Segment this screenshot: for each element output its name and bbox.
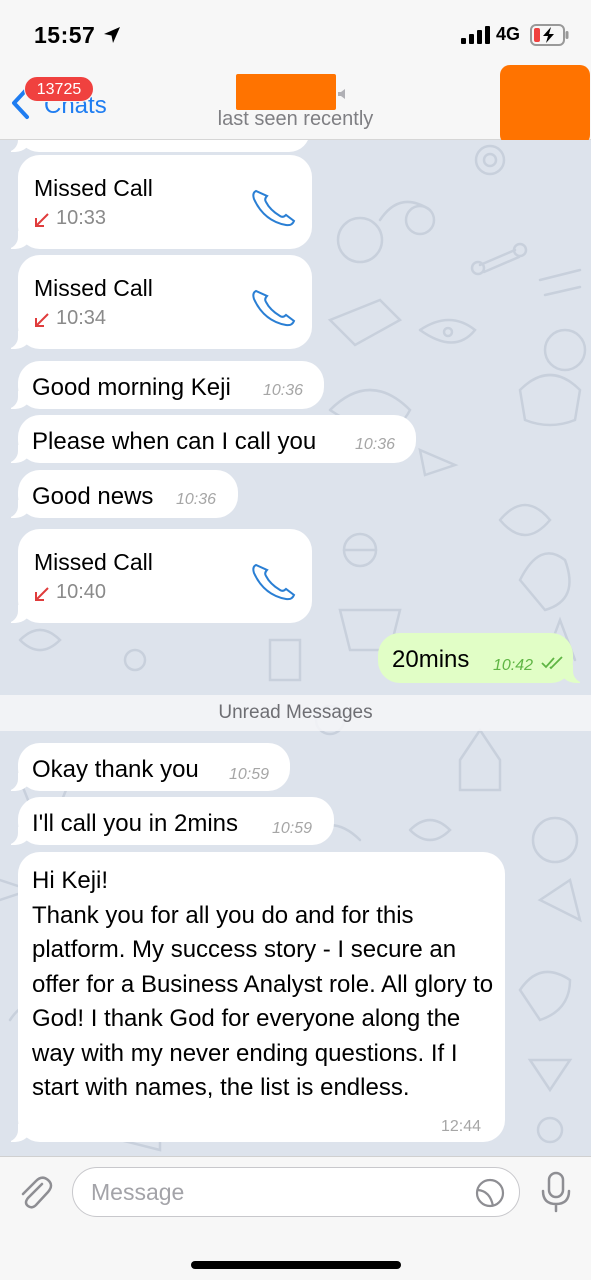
missed-call-title: Missed Call xyxy=(34,175,153,201)
message-bubble[interactable]: Good morning Keji 10:36 xyxy=(2,361,324,409)
missed-call-bubble[interactable]: Missed Call 10:34 xyxy=(2,255,312,349)
home-indicator[interactable] xyxy=(191,1261,401,1269)
microphone-icon[interactable] xyxy=(538,1171,574,1213)
signal-bars-icon xyxy=(461,26,490,44)
message-time: 10:59 xyxy=(229,766,270,783)
missed-call-arrow-icon xyxy=(35,213,49,227)
message-bubble[interactable]: I'll call you in 2mins 10:59 xyxy=(2,797,334,845)
message-bubble[interactable]: Good news 10:36 xyxy=(2,470,238,518)
message-time: 10:36 xyxy=(176,491,217,508)
battery-charging-icon xyxy=(530,24,569,46)
missed-call-title: Missed Call xyxy=(34,275,153,301)
message-bubble[interactable]: Hi Keji! Thank you for all you do and fo… xyxy=(2,852,505,1142)
missed-call-bubble[interactable]: Missed Call 10:40 xyxy=(2,529,312,623)
message-text: Hi Keji! Thank you for all you do and fo… xyxy=(32,867,494,1101)
missed-call-title: Missed Call xyxy=(34,549,153,575)
phone-icon[interactable] xyxy=(250,287,296,327)
message-text: Please when can I call you xyxy=(32,428,317,455)
network-type: 4G xyxy=(496,24,521,44)
message-bubble[interactable]: Okay thank you 10:59 xyxy=(2,743,290,791)
chat-header: Chats 13725 last seen recently xyxy=(0,62,591,145)
paperclip-icon[interactable] xyxy=(16,1174,54,1212)
phone-icon[interactable] xyxy=(250,187,296,227)
message-text: Okay thank you xyxy=(32,756,199,783)
message-time: 10:36 xyxy=(355,436,396,453)
message-text: Good morning Keji xyxy=(32,374,231,401)
message-text: 20mins xyxy=(392,646,470,673)
double-check-icon xyxy=(541,656,563,670)
message-field[interactable] xyxy=(72,1167,520,1217)
sticker-icon[interactable] xyxy=(475,1178,505,1208)
message-list[interactable]: Missed Call 10:33 Missed Call 10:34 Good… xyxy=(0,140,591,1156)
location-arrow-icon xyxy=(104,27,120,43)
mute-icon xyxy=(338,89,345,99)
unread-messages-divider: Unread Messages xyxy=(0,695,591,731)
missed-call-arrow-icon xyxy=(35,587,49,601)
message-text: I'll call you in 2mins xyxy=(32,810,238,837)
status-time: 15:57 xyxy=(34,22,96,48)
message-input[interactable] xyxy=(91,1168,471,1216)
outgoing-message-bubble[interactable]: 20mins 10:42 xyxy=(378,633,589,683)
status-bar: 15:57 4G xyxy=(0,0,591,62)
missed-call-time: 10:34 xyxy=(56,307,107,329)
message-time: 10:42 xyxy=(493,657,534,674)
message-time: 10:59 xyxy=(272,820,313,837)
message-input-bar xyxy=(0,1156,591,1280)
message-bubble[interactable]: Please when can I call you 10:36 xyxy=(2,415,416,463)
message-bubble-partial[interactable] xyxy=(2,140,310,152)
missed-call-time: 10:40 xyxy=(56,581,107,603)
message-time: 10:36 xyxy=(263,382,304,399)
avatar[interactable] xyxy=(500,65,590,145)
chat-title-redacted[interactable] xyxy=(236,74,336,110)
unread-count-badge: 13725 xyxy=(24,76,94,102)
message-text: Good news xyxy=(32,483,154,510)
phone-icon[interactable] xyxy=(250,561,296,601)
message-time: 12:44 xyxy=(441,1118,482,1135)
missed-call-bubble[interactable]: Missed Call 10:33 xyxy=(2,155,312,249)
missed-call-time: 10:33 xyxy=(56,207,107,229)
missed-call-arrow-icon xyxy=(35,313,49,327)
